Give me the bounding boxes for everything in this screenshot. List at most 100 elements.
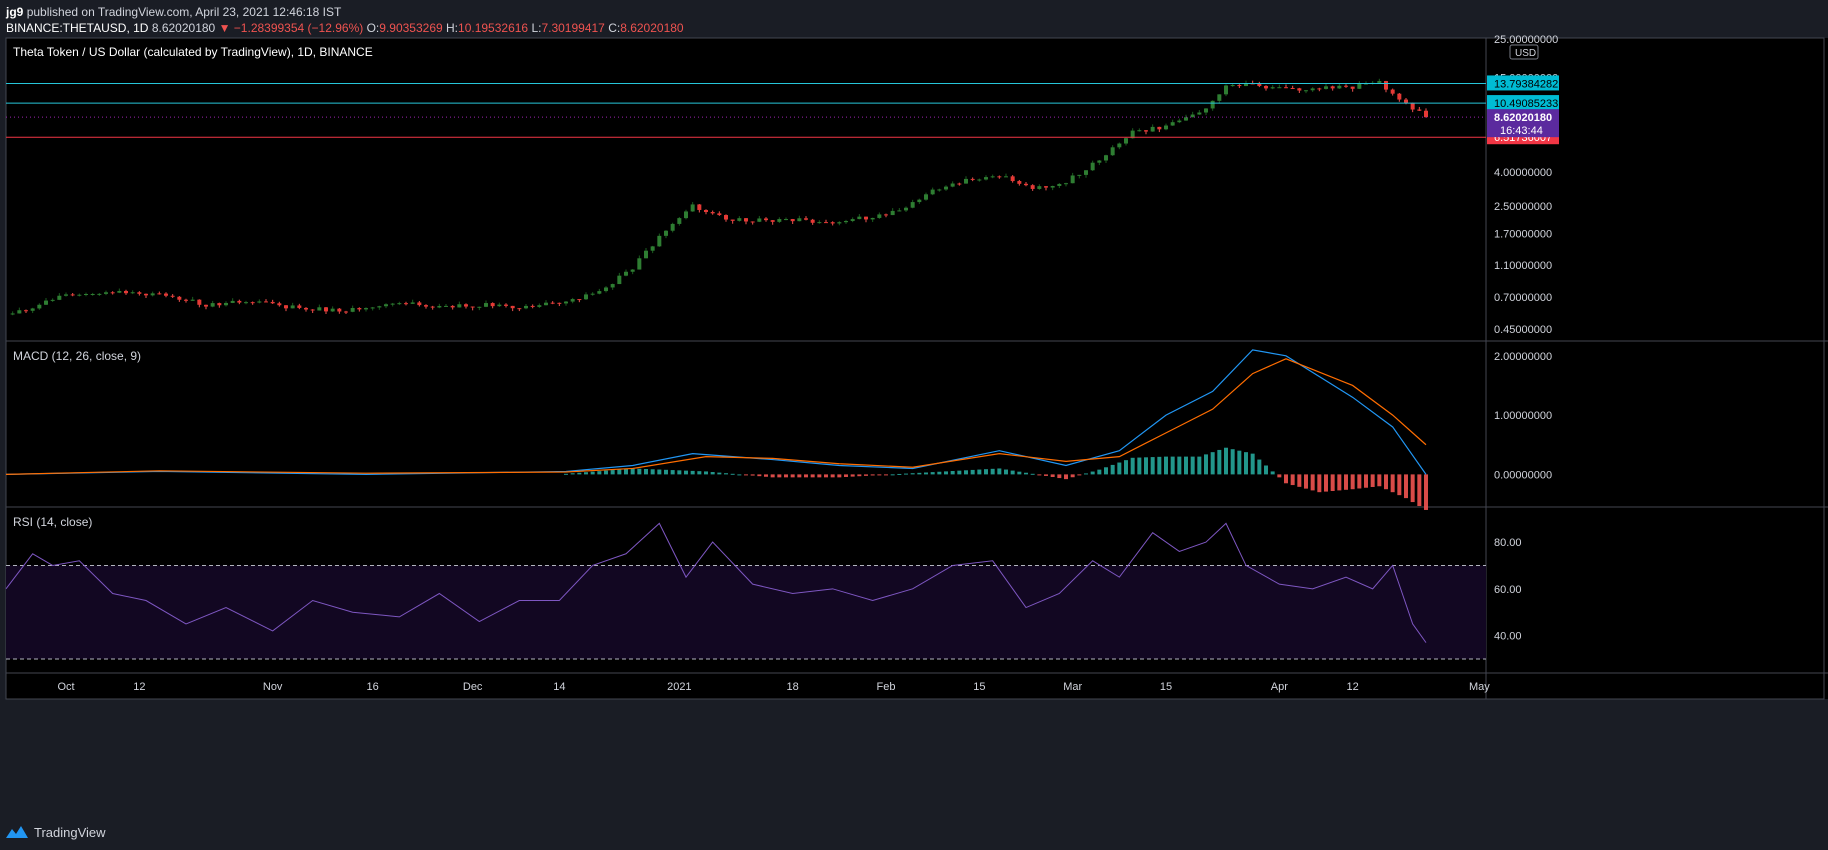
histogram-bar [837, 474, 842, 478]
candle-body [870, 217, 875, 220]
histogram-bar [584, 472, 588, 475]
candle-body [497, 304, 502, 307]
time-tick-label: Nov [263, 681, 283, 693]
candle-body [817, 222, 822, 224]
candle-body [597, 291, 602, 294]
last-price-label: 8.62020180 [1494, 112, 1552, 124]
price-tick-label: 1.70000000 [1494, 229, 1552, 241]
candle-body [1170, 122, 1175, 126]
candle-body [130, 292, 135, 294]
level-price-label: 13.79384282 [1494, 78, 1558, 90]
histogram-bar [617, 469, 622, 475]
candle-body [290, 305, 295, 309]
histogram-bar [844, 474, 848, 477]
candle-body [217, 303, 222, 306]
candle-body [57, 295, 62, 300]
histogram-bar [1124, 460, 1128, 475]
candle-body [364, 308, 368, 310]
histogram-bar [704, 471, 708, 475]
histogram-bar [910, 473, 915, 475]
candle-body [810, 219, 815, 223]
candle-body [64, 294, 68, 296]
candle-body [90, 293, 95, 295]
currency-label: USD [1515, 48, 1536, 59]
histogram-bar [637, 468, 642, 475]
candle-body [1384, 81, 1388, 90]
histogram-bar [1257, 459, 1262, 475]
candle-body [977, 179, 982, 181]
candle-body [837, 222, 842, 224]
histogram-bar [944, 471, 948, 475]
time-tick-label: Dec [463, 681, 483, 693]
histogram-bar [737, 474, 742, 476]
histogram-bar [1097, 469, 1102, 475]
histogram-bar [1290, 474, 1295, 486]
histogram-bar [1304, 474, 1308, 489]
histogram-bar [1357, 474, 1362, 489]
macd-pane-title: MACD (12, 26, close, 9) [13, 349, 141, 363]
histogram-bar [977, 469, 982, 475]
chart-canvas[interactable]: Theta Token / US Dollar (calculated by T… [0, 0, 1828, 850]
candle-body [1204, 108, 1208, 113]
candle-body [1304, 90, 1308, 92]
footer-brand[interactable]: TradingView [34, 825, 106, 840]
candle-body [570, 299, 575, 302]
candle-body [1350, 86, 1355, 89]
histogram-bar [784, 474, 788, 478]
histogram-bar [1350, 474, 1355, 490]
candle-body [170, 295, 175, 297]
price-tick-label: 0.70000000 [1494, 292, 1552, 304]
candle-body [297, 305, 302, 308]
histogram-bar [764, 474, 768, 477]
candle-body [770, 220, 775, 222]
histogram-bar [1417, 474, 1422, 507]
candle-body [550, 302, 555, 304]
candle-body [784, 219, 788, 221]
time-tick-label: Feb [877, 681, 896, 693]
candle-body [644, 250, 648, 259]
histogram-bar [657, 469, 662, 475]
candle-body [164, 293, 168, 296]
histogram-bar [677, 470, 682, 475]
histogram-bar [650, 469, 655, 475]
candle-body [490, 303, 495, 307]
histogram-bar [1144, 457, 1148, 475]
histogram-bar [710, 472, 715, 475]
candle-body [1157, 126, 1162, 130]
candle-body [144, 293, 148, 296]
histogram-bar [890, 474, 895, 476]
macd-tick-label: 1.00000000 [1494, 410, 1552, 422]
candle-body [390, 303, 395, 305]
level-price-label: 10.49085233 [1494, 98, 1558, 110]
candle-body [1124, 138, 1128, 144]
candle-body [1077, 174, 1082, 176]
histogram-bar [664, 469, 668, 475]
candle-body [117, 290, 122, 293]
candle-body [24, 310, 28, 312]
candle-body [937, 189, 942, 191]
candle-body [270, 301, 275, 304]
histogram-bar [964, 470, 968, 475]
time-tick-label: 12 [133, 681, 145, 693]
candle-body [324, 307, 328, 312]
histogram-bar [1017, 471, 1022, 475]
histogram-bar [730, 473, 735, 475]
candle-body [404, 303, 408, 305]
candle-body [510, 305, 515, 309]
histogram-bar [797, 474, 802, 478]
rsi-tick-label: 40.00 [1494, 631, 1522, 643]
candle-body [970, 178, 975, 180]
histogram-bar [1130, 457, 1135, 475]
candle-body [1404, 99, 1408, 103]
candle-body [477, 306, 482, 308]
candle-body [377, 306, 382, 308]
candle-body [437, 305, 442, 308]
histogram-bar [1104, 467, 1108, 475]
candle-body [110, 292, 115, 294]
time-tick-label: 15 [973, 681, 985, 693]
histogram-bar [777, 474, 782, 478]
histogram-bar [1324, 474, 1328, 492]
candle-body [157, 293, 162, 295]
histogram-bar [1210, 452, 1215, 475]
candle-body [1064, 183, 1068, 185]
